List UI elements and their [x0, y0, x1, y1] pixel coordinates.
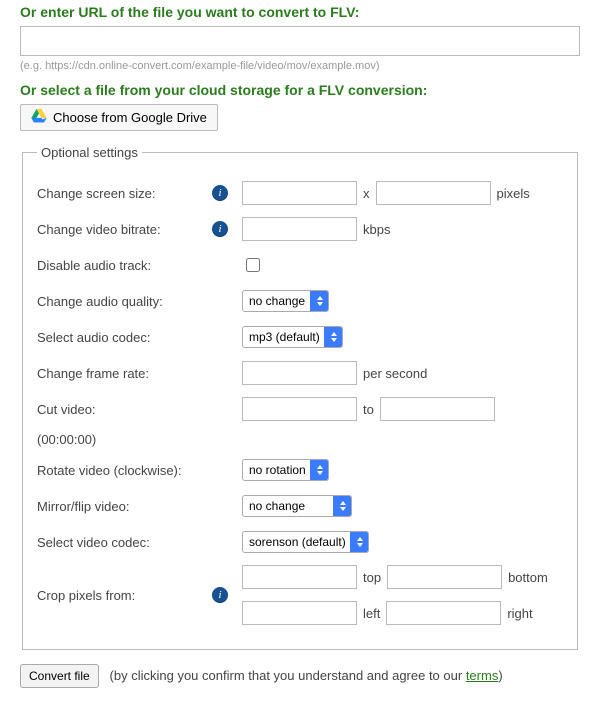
crop-bottom-input[interactable]: [387, 565, 502, 589]
screen-height-input[interactable]: [376, 181, 491, 205]
screen-width-input[interactable]: [242, 181, 357, 205]
bitrate-unit: kbps: [363, 222, 390, 237]
frame-rate-label: Change frame rate:: [37, 366, 212, 381]
optional-settings-legend: Optional settings: [37, 145, 142, 160]
disable-audio-label: Disable audio track:: [37, 258, 212, 273]
cut-video-note: (00:00:00): [37, 432, 563, 447]
crop-top-label: top: [363, 570, 381, 585]
screen-size-label: Change screen size:: [37, 186, 212, 201]
row-bitrate: Change video bitrate: i kbps: [37, 216, 563, 242]
info-icon[interactable]: i: [212, 587, 228, 603]
screen-size-sep: x: [363, 186, 370, 201]
google-drive-icon: [31, 109, 47, 126]
rotate-select[interactable]: no rotation: [242, 459, 329, 481]
info-icon[interactable]: i: [212, 221, 228, 237]
cut-to-label: to: [363, 402, 374, 417]
terms-link[interactable]: terms: [466, 668, 499, 683]
row-rotate: Rotate video (clockwise): no rotation: [37, 457, 563, 483]
crop-right-label: right: [507, 606, 532, 621]
footer-note-suffix: ): [498, 668, 502, 683]
bitrate-input[interactable]: [242, 217, 357, 241]
mirror-select[interactable]: no change: [242, 495, 352, 517]
rotate-label: Rotate video (clockwise):: [37, 463, 212, 478]
row-audio-codec: Select audio codec: mp3 (default): [37, 324, 563, 350]
frame-rate-input[interactable]: [242, 361, 357, 385]
audio-quality-select[interactable]: no change: [242, 290, 329, 312]
row-crop: Crop pixels from: i top bottom left righ…: [37, 565, 563, 625]
row-screen-size: Change screen size: i x pixels: [37, 180, 563, 206]
mirror-label: Mirror/flip video:: [37, 499, 212, 514]
cloud-section-title: Or select a file from your cloud storage…: [20, 82, 580, 98]
screen-size-unit: pixels: [497, 186, 530, 201]
cut-from-input[interactable]: [242, 397, 357, 421]
row-video-codec: Select video codec: sorenson (default): [37, 529, 563, 555]
crop-top-input[interactable]: [242, 565, 357, 589]
row-audio-quality: Change audio quality: no change: [37, 288, 563, 314]
crop-left-input[interactable]: [242, 601, 357, 625]
audio-quality-label: Change audio quality:: [37, 294, 212, 309]
info-icon[interactable]: i: [212, 185, 228, 201]
url-input[interactable]: [20, 26, 580, 56]
url-section-title: Or enter URL of the file you want to con…: [20, 4, 580, 20]
disable-audio-checkbox[interactable]: [246, 258, 260, 272]
audio-codec-select[interactable]: mp3 (default): [242, 326, 343, 348]
frame-rate-unit: per second: [363, 366, 427, 381]
crop-right-input[interactable]: [386, 601, 501, 625]
crop-bottom-label: bottom: [508, 570, 548, 585]
url-hint: (e.g. https://cdn.online-convert.com/exa…: [20, 60, 580, 72]
convert-file-button[interactable]: Convert file: [20, 664, 99, 688]
row-disable-audio: Disable audio track:: [37, 252, 563, 278]
cut-video-label: Cut video:: [37, 402, 212, 417]
google-drive-label: Choose from Google Drive: [53, 110, 207, 125]
footer: Convert file (by clicking you confirm th…: [20, 664, 580, 688]
row-frame-rate: Change frame rate: per second: [37, 360, 563, 386]
row-mirror: Mirror/flip video: no change: [37, 493, 563, 519]
bitrate-label: Change video bitrate:: [37, 222, 212, 237]
video-codec-label: Select video codec:: [37, 535, 212, 550]
crop-left-label: left: [363, 606, 380, 621]
crop-label: Crop pixels from:: [37, 588, 212, 603]
cut-to-input[interactable]: [380, 397, 495, 421]
optional-settings-fieldset: Optional settings Change screen size: i …: [22, 145, 578, 650]
footer-note-prefix: (by clicking you confirm that you unders…: [110, 668, 466, 683]
row-cut-video: Cut video: to: [37, 396, 563, 422]
video-codec-select[interactable]: sorenson (default): [242, 531, 369, 553]
audio-codec-label: Select audio codec:: [37, 330, 212, 345]
choose-google-drive-button[interactable]: Choose from Google Drive: [20, 104, 218, 131]
